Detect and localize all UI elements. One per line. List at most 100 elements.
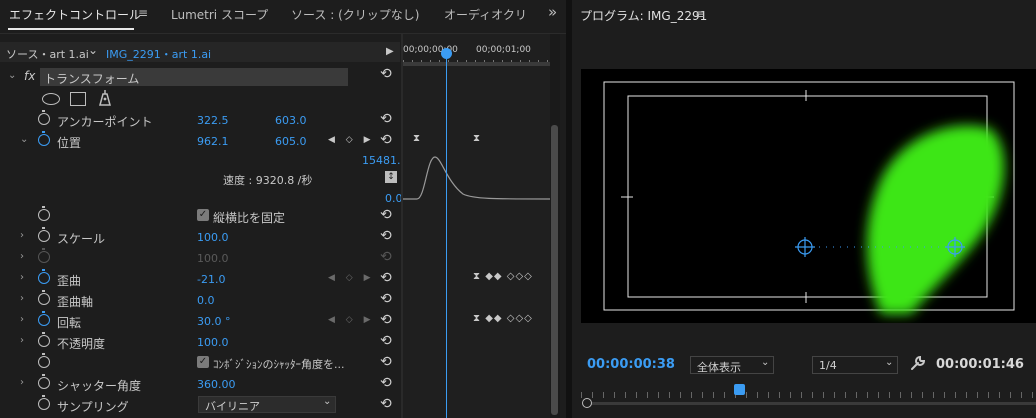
property-name: シャッター角度: [57, 379, 142, 393]
reset-icon[interactable]: ⟲: [380, 132, 392, 148]
stopwatch-active-icon[interactable]: [38, 131, 50, 146]
reset-icon[interactable]: ⟲: [380, 111, 392, 127]
playhead-timecode[interactable]: 00:00:00:38: [587, 357, 675, 372]
property-name: アンカーポイント: [57, 115, 153, 129]
anchor-x-value[interactable]: 322.5: [197, 114, 229, 127]
expand-twisty-icon[interactable]: ›: [20, 377, 24, 388]
reset-icon[interactable]: ⟲: [380, 207, 392, 223]
tab-effect-controls[interactable]: エフェクトコントロール: [9, 6, 141, 23]
clip-label[interactable]: IMG_2291・art 1.ai: [106, 46, 211, 62]
program-canvas: [603, 81, 1015, 314]
property-row-scale: › スケール 100.0 ⟲: [0, 227, 400, 247]
reset-transform-icon[interactable]: ⟲: [380, 66, 392, 82]
stopwatch-icon[interactable]: [38, 290, 50, 305]
velocity-readout: 速度 : 9320.8 /秒: [223, 174, 313, 187]
expand-twisty-icon[interactable]: ›: [20, 272, 24, 283]
skew-value[interactable]: -21.0: [197, 273, 225, 286]
green-shape: [867, 125, 1005, 314]
pen-mask-icon[interactable]: [97, 89, 113, 107]
uniform-scale-checkbox[interactable]: ✓: [197, 209, 209, 221]
velocity-graph[interactable]: [403, 152, 550, 202]
program-menu-icon[interactable]: ≡: [695, 7, 705, 21]
sampling-dropdown[interactable]: バイリニア ⌄: [198, 396, 336, 413]
panel-menu-icon[interactable]: ≡: [138, 6, 148, 20]
expand-twisty-icon[interactable]: ›: [20, 230, 24, 241]
tab-source[interactable]: ソース : (クリップなし): [291, 6, 419, 23]
program-monitor-panel: プログラム: IMG_2291 ≡ 00:00:00:38 全体表示 ⌄ 1/4…: [572, 0, 1036, 418]
property-name: 位置: [57, 136, 82, 150]
stopwatch-icon[interactable]: [38, 206, 50, 221]
keyframe-position-2[interactable]: ⧗: [473, 133, 480, 144]
keyframe-position-1[interactable]: ⧗: [413, 133, 420, 144]
stopwatch-icon[interactable]: [38, 110, 50, 125]
overflow-chevron-icon[interactable]: »: [548, 3, 557, 21]
duration-timecode: 00:00:01:46: [936, 357, 1024, 372]
stopwatch-icon[interactable]: [38, 353, 50, 368]
zoom-left-handle[interactable]: [582, 398, 592, 408]
expand-twisty-icon[interactable]: ›: [20, 335, 24, 346]
work-area-bar[interactable]: [403, 62, 550, 66]
ellipse-mask-icon[interactable]: [42, 93, 60, 105]
skew-axis-value[interactable]: 0.0: [197, 294, 215, 307]
playhead-handle[interactable]: [441, 48, 452, 59]
collapse-twisty-icon[interactable]: ⌄: [20, 134, 28, 145]
stopwatch-disabled-icon: [38, 248, 50, 263]
monitor-playhead[interactable]: [734, 384, 745, 395]
position-x-value[interactable]: 962.1: [197, 135, 229, 148]
transform-twisty-icon[interactable]: ⌄: [8, 70, 16, 81]
reset-icon[interactable]: ⟲: [380, 291, 392, 307]
position-y-value[interactable]: 605.0: [275, 135, 307, 148]
effect-name-field[interactable]: トランスフォーム: [40, 68, 348, 86]
motion-start-handle: [795, 237, 815, 257]
reset-icon[interactable]: ⟲: [380, 228, 392, 244]
expand-twisty-icon[interactable]: ›: [20, 314, 24, 325]
stopwatch-icon[interactable]: [38, 374, 50, 389]
zoom-scroll-bar[interactable]: [585, 402, 1036, 405]
expand-twisty-icon[interactable]: ›: [20, 293, 24, 304]
fit-dropdown[interactable]: 全体表示 ⌄: [690, 356, 774, 374]
keyframes-rotation[interactable]: ⧗ ◆◆ ◇◇◇: [473, 313, 533, 324]
sampling-value: バイリニア: [205, 400, 260, 413]
resolution-dropdown[interactable]: 1/4 ⌄: [812, 356, 898, 374]
play-clip-icon[interactable]: ▶: [386, 46, 394, 57]
reset-icon[interactable]: ⟲: [380, 354, 392, 370]
stopwatch-active-icon[interactable]: [38, 269, 50, 284]
comp-shutter-checkbox[interactable]: ✓: [197, 356, 209, 368]
program-title[interactable]: プログラム: IMG_2291: [580, 7, 707, 24]
reset-icon[interactable]: ⟲: [380, 270, 392, 286]
chevron-down-icon: ⌄: [885, 357, 894, 368]
property-row-anchor-point: アンカーポイント 322.5 603.0 ⟲: [0, 110, 400, 130]
keyframe-navigator[interactable]: ◀ ◇ ▶: [328, 273, 375, 283]
keyframe-navigator[interactable]: ◀ ◇ ▶: [328, 315, 375, 325]
settings-wrench-icon[interactable]: [909, 354, 927, 372]
scrollbar-thumb[interactable]: [551, 125, 558, 415]
anchor-y-value[interactable]: 603.0: [275, 114, 307, 127]
program-video-frame[interactable]: [581, 69, 1036, 323]
tab-lumetri-scope[interactable]: Lumetri スコープ: [171, 6, 268, 23]
opacity-value[interactable]: 100.0: [197, 336, 229, 349]
scale-value[interactable]: 100.0: [197, 231, 229, 244]
ruler-ticks: [581, 392, 1036, 398]
reset-icon[interactable]: ⟲: [380, 312, 392, 328]
monitor-time-ruler[interactable]: [581, 388, 1036, 402]
shutter-angle-value[interactable]: 360.00: [197, 378, 236, 391]
fx-badge[interactable]: fx: [24, 69, 35, 83]
stopwatch-icon[interactable]: [38, 332, 50, 347]
rectangle-mask-icon[interactable]: [70, 92, 86, 106]
fit-value: 全体表示: [697, 361, 741, 374]
stopwatch-icon[interactable]: [38, 395, 50, 410]
graph-toggle-icon[interactable]: ↕: [385, 171, 397, 183]
property-name: 回転: [57, 316, 82, 330]
stopwatch-icon[interactable]: [38, 227, 50, 242]
keyframes-skew[interactable]: ⧗ ◆◆ ◇◇◇: [473, 271, 533, 282]
property-row-comp-shutter: ✓ ｺﾝﾎﾞｼﾞｼｮﾝのｼｬｯﾀｰ角度を... ⟲: [0, 353, 400, 373]
reset-icon[interactable]: ⟲: [380, 375, 392, 391]
keyframe-navigator[interactable]: ◀ ◇ ▶: [328, 135, 375, 145]
rotation-value[interactable]: 30.0 °: [197, 315, 231, 328]
clip-dropdown-chevron-icon[interactable]: ⌄: [88, 43, 98, 57]
stopwatch-active-icon[interactable]: [38, 311, 50, 326]
property-row-opacity: › 不透明度 100.0 ⟲: [0, 332, 400, 352]
reset-icon[interactable]: ⟲: [380, 396, 392, 412]
tab-audio-clip-mixer[interactable]: オーディオクリ: [444, 6, 527, 23]
reset-icon[interactable]: ⟲: [380, 333, 392, 349]
